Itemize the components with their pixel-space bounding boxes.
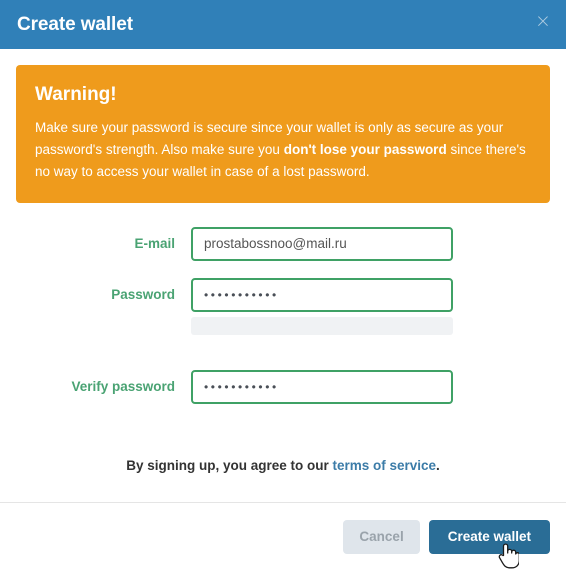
email-field-wrap bbox=[191, 226, 453, 261]
cancel-button[interactable]: Cancel bbox=[343, 519, 420, 554]
warning-alert-title: Warning! bbox=[35, 84, 117, 105]
terms-text-part1: By signing up, you agree to our bbox=[126, 457, 333, 473]
verify-password-label: Verify password bbox=[71, 378, 175, 394]
modal-footer: Cancel Create wallet bbox=[0, 502, 566, 572]
email-field[interactable] bbox=[191, 226, 453, 261]
password-field-wrap bbox=[191, 277, 453, 335]
create-wallet-modal: Create wallet × Warning! Make sure your … bbox=[0, 0, 566, 572]
warning-alert: Warning! Make sure your password is secu… bbox=[16, 65, 550, 203]
password-field[interactable] bbox=[191, 277, 453, 312]
verify-password-field-wrap bbox=[191, 369, 453, 404]
modal-header: Create wallet × bbox=[0, 0, 566, 49]
verify-password-row: Verify password bbox=[16, 369, 550, 404]
create-wallet-button[interactable]: Create wallet bbox=[428, 519, 550, 554]
terms-notice: By signing up, you agree to our terms of… bbox=[16, 458, 550, 473]
verify-password-field[interactable] bbox=[191, 369, 453, 404]
terms-of-service-link[interactable]: terms of service bbox=[332, 458, 436, 473]
warning-alert-text: Make sure your password is secure since … bbox=[35, 117, 529, 183]
email-row: E-mail bbox=[16, 226, 550, 261]
terms-text-part2: . bbox=[436, 457, 440, 473]
warning-text-bold: don't lose your password bbox=[283, 141, 447, 157]
page-title: Create wallet bbox=[17, 14, 133, 35]
email-label: E-mail bbox=[134, 235, 175, 251]
password-label: Password bbox=[111, 286, 175, 302]
close-icon[interactable]: × bbox=[534, 12, 552, 31]
password-strength-meter bbox=[191, 316, 453, 335]
password-row: Password bbox=[16, 277, 550, 335]
modal-body: Warning! Make sure your password is secu… bbox=[0, 49, 566, 502]
